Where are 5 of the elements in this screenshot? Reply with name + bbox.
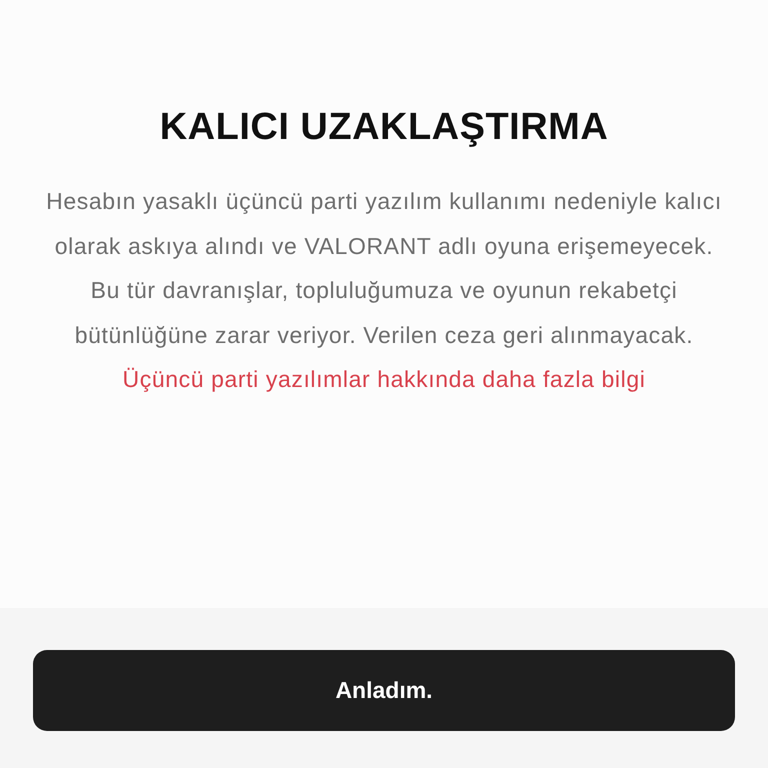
- message-text: Bu tür davranışlar, topluluğumuza ve oyunun rekabetçi bütünlüğüne zarar veriyor. Verilen ceza geri alınmayacak.: [74, 276, 694, 350]
- confirm-button[interactable]: Anladım.: [33, 650, 735, 731]
- message-text: Hesabın yasaklı üçüncü parti yazılım kullanımı nedeniyle kalıcı olarak askıya alındı ve VALORANT adlı oyuna erişemeyecek.: [45, 187, 723, 261]
- info-link[interactable]: Üçüncü parti yazılımlar hakkında daha fazla bilgi: [122, 357, 646, 402]
- dialog-title: KALICI UZAKLAŞTIRMA: [160, 106, 608, 149]
